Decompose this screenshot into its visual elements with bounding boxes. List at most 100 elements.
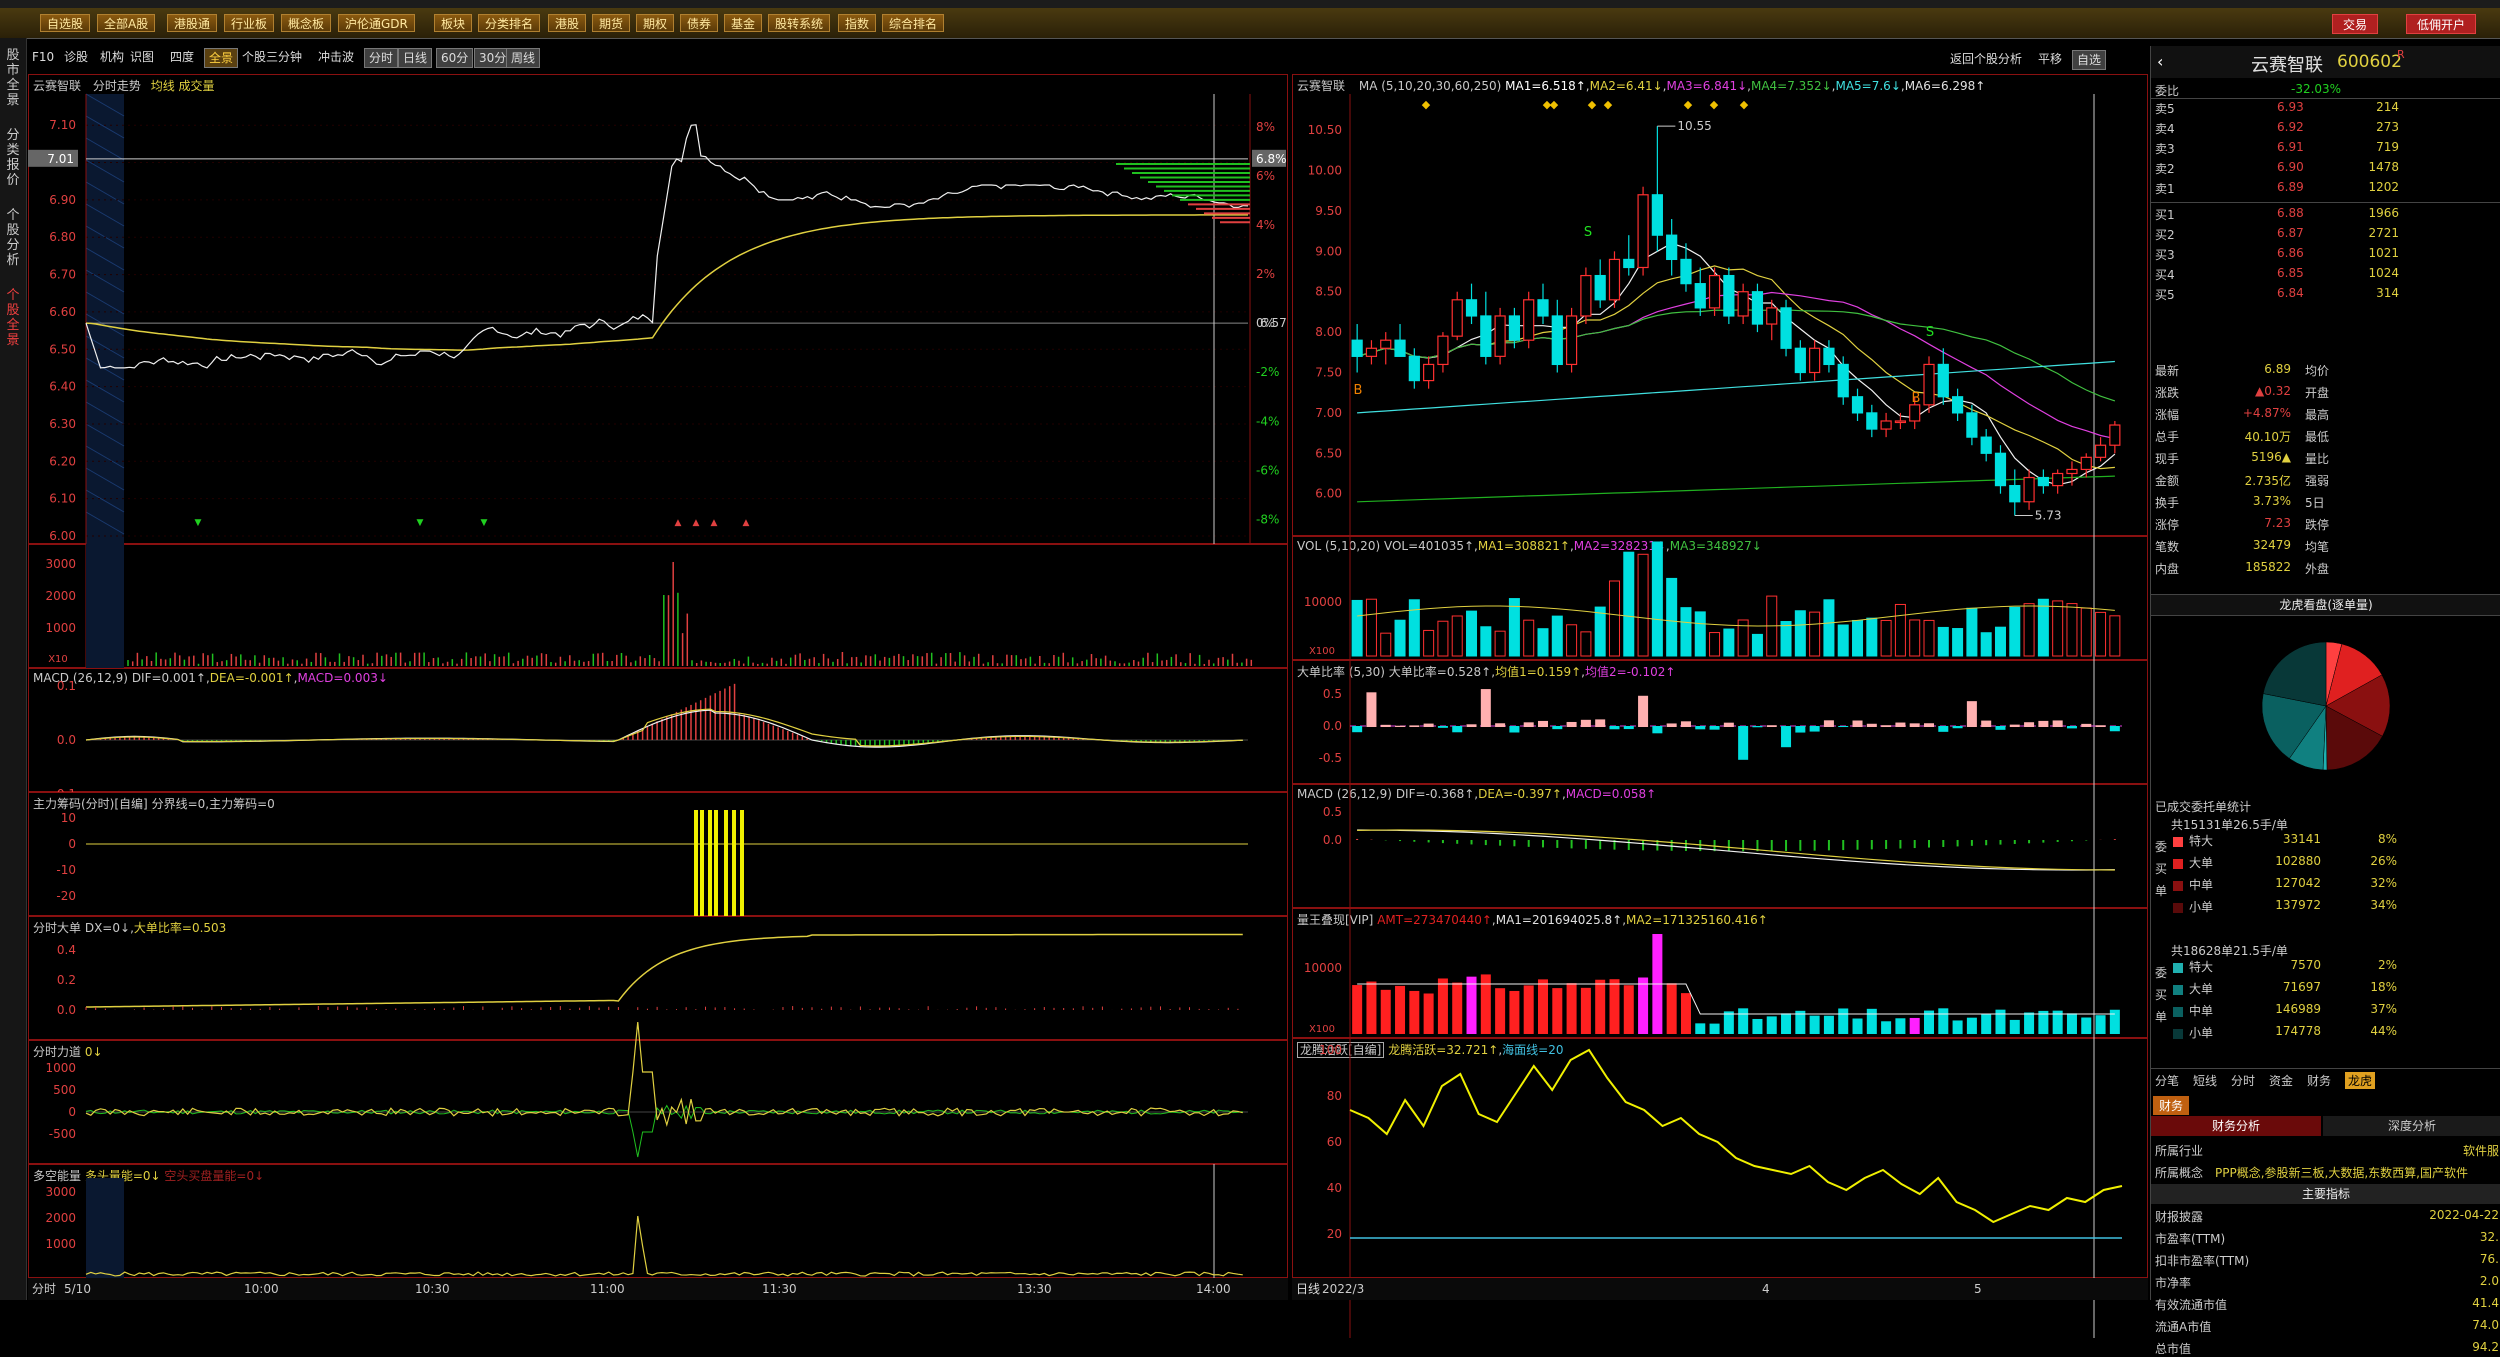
menu-button-7[interactable]: 分类排名 — [478, 14, 540, 32]
kamt-bar — [1881, 1021, 1891, 1034]
sell-price-4: 6.89 — [2277, 180, 2304, 194]
stat-label-0: 最新 — [2155, 362, 2179, 379]
open-account-button[interactable]: 低佣开户 — [2406, 14, 2476, 34]
kvol-bar — [2038, 599, 2048, 656]
toolbar-item-8[interactable]: 分时 — [364, 48, 398, 68]
menu-button-15[interactable]: 综合排名 — [882, 14, 944, 32]
back-chevron-icon[interactable]: ‹ — [2157, 52, 2163, 71]
watchlist-select[interactable]: 自选 — [2072, 50, 2106, 70]
quote-tab-3[interactable]: 资金 — [2269, 1072, 2293, 1089]
toolbar-item-3[interactable]: 识图 — [130, 48, 154, 66]
kbig-bar — [1595, 719, 1605, 727]
row-value-0: 33141 — [2261, 832, 2321, 846]
quote-tab-1[interactable]: 短线 — [2193, 1072, 2217, 1089]
toolbar-item-4[interactable]: 四度 — [170, 48, 194, 66]
stat-right-label-8: 均笔 — [2305, 538, 2329, 555]
down-marker: ▼ — [417, 518, 424, 528]
period-button[interactable]: 日线 — [1296, 1280, 1320, 1298]
row-pct-3: 44% — [2361, 1024, 2397, 1038]
kvol-bar — [1538, 629, 1548, 656]
deep-analysis-tab[interactable]: 深度分析 — [2323, 1116, 2500, 1136]
menu-button-10[interactable]: 期权 — [636, 14, 674, 32]
vtab-market-overview[interactable]: 股市全景 — [3, 48, 23, 108]
market-menubar: 自选股 全部A股 港股通 行业板 概念板 沪伦通GDR 板块 分类排名 港股 期货 期权 债券 基金 股转… — [0, 8, 2500, 39]
energy-tick: 2000 — [45, 1211, 76, 1225]
high-label: 10.55 — [1677, 119, 1711, 133]
toolbar-item-1[interactable]: 诊股 — [64, 48, 88, 66]
order-total: 共18628单21.5手/单 — [2171, 942, 2288, 959]
book-divider — [2151, 202, 2500, 203]
pan-button[interactable]: 平移 — [2038, 50, 2062, 68]
fin-tab[interactable]: 财务 — [2153, 1096, 2189, 1115]
toolbar-item-12[interactable]: 周线 — [506, 48, 540, 68]
kamt-bar — [1438, 978, 1448, 1034]
fin-analysis-tab[interactable]: 财务分析 — [2151, 1116, 2321, 1136]
menu-button-14[interactable]: 指数 — [838, 14, 876, 32]
menu-button-1[interactable]: 全部A股 — [97, 14, 155, 32]
toolbar-item-6[interactable]: 个股三分钟 — [242, 48, 302, 66]
toolbar-item-2[interactable]: 机构 — [100, 48, 124, 66]
signal-diamond: ◆ — [1684, 98, 1693, 111]
candle-body — [1710, 276, 1720, 308]
time-mode-button[interactable]: 分时 — [32, 1280, 56, 1298]
stat-right-label-7: 跌停 — [2305, 516, 2329, 533]
kvol-bar — [2110, 616, 2120, 656]
toolbar-item-9[interactable]: 日线 — [398, 48, 432, 68]
candle-body — [1552, 316, 1562, 364]
order-book: 卖5 6.93 214 卖4 6.92 273 卖3 6.91 719 卖2 6.90 1478 卖1 6… — [2151, 100, 2500, 360]
menu-button-11[interactable]: 债券 — [680, 14, 718, 32]
kvol-bar — [1752, 634, 1762, 656]
menu-button-0[interactable]: 自选股 — [40, 14, 90, 32]
quote-tab-0[interactable]: 分笔 — [2155, 1072, 2179, 1089]
toolbar-item-0[interactable]: F10 — [32, 48, 54, 66]
fin-label-0: 财报披露 — [2155, 1208, 2203, 1225]
menu-button-12[interactable]: 基金 — [724, 14, 762, 32]
kvol-bar — [1552, 616, 1562, 656]
menu-button-3[interactable]: 行业板 — [224, 14, 274, 32]
fin-label-2: 扣非市盈率(TTM) — [2155, 1252, 2249, 1269]
signal-diamond: ◆ — [1740, 98, 1749, 111]
prev-close-label: 6.57 — [1260, 316, 1287, 330]
vtab-stock-overview[interactable]: 个股全景 — [3, 288, 23, 348]
toolbar-item-5[interactable]: 全景 — [204, 48, 238, 68]
menu-button-13[interactable]: 股转系统 — [768, 14, 830, 32]
quote-tab-4[interactable]: 财务 — [2307, 1072, 2331, 1089]
vtab-stock-analysis[interactable]: 个股分析 — [3, 208, 23, 268]
kline-tick: 7.50 — [1315, 366, 1342, 380]
return-analysis-button[interactable]: 返回个股分析 — [1950, 50, 2022, 68]
menu-button-6[interactable]: 板块 — [434, 14, 472, 32]
menu-button-4[interactable]: 概念板 — [281, 14, 331, 32]
kdragon-tick: 60 — [1327, 1135, 1342, 1149]
macd-tick: 0.1 — [57, 679, 76, 693]
buy-vol-0: 1966 — [2349, 206, 2399, 220]
kvol-bar — [1409, 600, 1419, 656]
vtab-category-quote[interactable]: 分类报价 — [3, 128, 23, 188]
row-side-1: 买 — [2155, 860, 2167, 877]
price-tick: 6.50 — [49, 342, 76, 356]
kbig-bar — [1409, 725, 1419, 727]
menu-button-9[interactable]: 期货 — [592, 14, 630, 32]
quote-tab-2[interactable]: 分时 — [2231, 1072, 2255, 1089]
quote-stock-name: 云赛智联 — [2251, 51, 2323, 77]
sell-label-0: 卖5 — [2155, 100, 2175, 117]
industry-value: 软件服 — [2463, 1142, 2499, 1159]
menu-button-8[interactable]: 港股 — [548, 14, 586, 32]
toolbar-item-7[interactable]: 冲击波 — [318, 48, 354, 66]
toolbar-item-10[interactable]: 60分 — [436, 48, 473, 68]
chip-bar — [724, 810, 728, 916]
kbig-bar — [1452, 726, 1462, 732]
menu-button-2[interactable]: 港股通 — [167, 14, 217, 32]
kvol-bar — [1981, 633, 1991, 656]
buy-vol-1: 2721 — [2349, 226, 2399, 240]
kamt-bar — [1967, 1018, 1977, 1034]
kbig-bar — [2081, 724, 2091, 727]
quote-flag: R — [2397, 48, 2405, 61]
candle-body — [1910, 405, 1920, 421]
candle-body — [1781, 308, 1791, 348]
kline-chart: 10.5010.009.509.008.508.007.507.006.506.… — [1292, 74, 2148, 536]
kamt-bar — [1667, 983, 1677, 1034]
trade-button[interactable]: 交易 — [2332, 14, 2378, 34]
row-swatch-0 — [2173, 837, 2183, 847]
menu-button-5[interactable]: 沪伦通GDR — [338, 14, 415, 32]
quote-tab-5[interactable]: 龙虎 — [2345, 1072, 2375, 1089]
